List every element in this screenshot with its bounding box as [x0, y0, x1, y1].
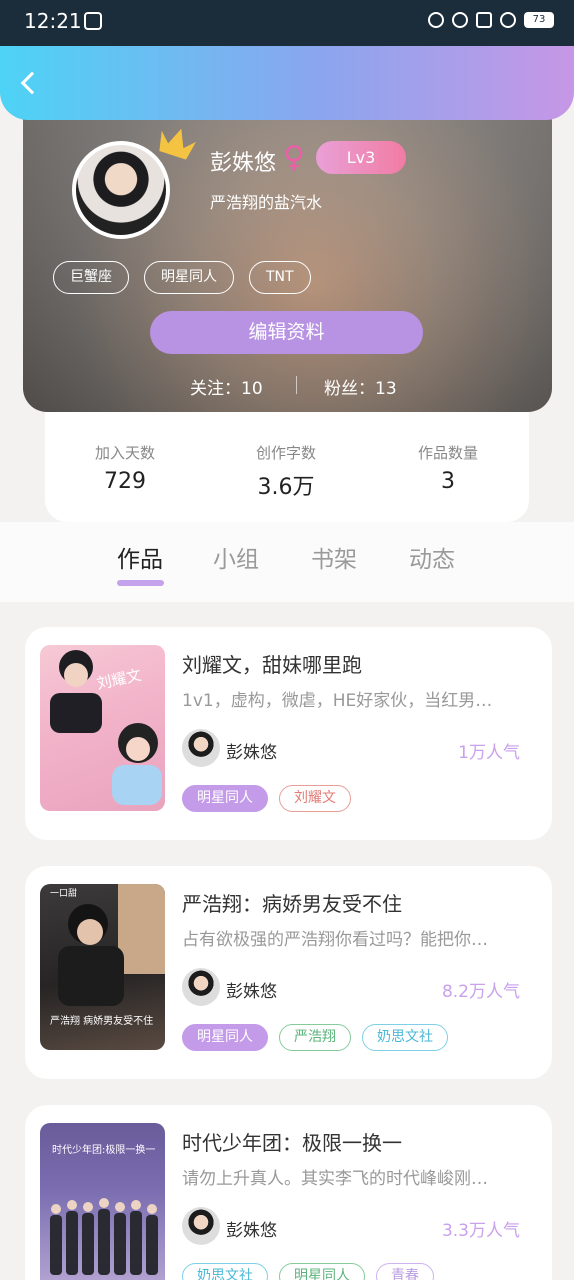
stat-label: 创作字数	[255, 444, 316, 462]
follows-count[interactable]: 关注：10	[190, 374, 263, 399]
book-cover[interactable]: 时代少年团:极限一换一	[40, 1123, 165, 1280]
level-badge: Lv3	[316, 141, 406, 174]
crown-icon	[159, 128, 196, 160]
edit-profile-button[interactable]: 编辑资料	[150, 311, 423, 354]
work-tag[interactable]: 青春	[376, 1263, 434, 1280]
work-tag[interactable]: 明星同人	[279, 1263, 365, 1280]
popularity: 8.2万人气	[441, 982, 520, 1002]
avatar[interactable]	[72, 141, 170, 239]
female-icon: ♀	[283, 140, 305, 175]
popularity: 3.3万人气	[441, 1221, 520, 1241]
work-card[interactable]: 刘耀文 刘耀文，甜妹哪里跑 1v1，虚构，微虐，HE好家伙，当红男… 彭姝悠 1…	[25, 627, 552, 840]
battery-icon: 73	[524, 12, 554, 28]
tab-works[interactable]: 作品	[117, 540, 163, 574]
status-time: 12:21	[24, 9, 82, 33]
location-icon	[428, 12, 444, 28]
svg-text:一口甜: 一口甜	[50, 887, 77, 899]
work-card[interactable]: 时代少年团:极限一换一 时代少年团：极限一换一 请勿上升真人。其实李飞的时代峰峻…	[25, 1105, 552, 1280]
author-name: 彭姝悠	[226, 982, 277, 1002]
author-avatar	[182, 1207, 220, 1245]
book-cover[interactable]: 一口甜 严浩翔 病娇男友受不住	[40, 884, 165, 1050]
tab-bookshelf[interactable]: 书架	[311, 540, 357, 574]
status-bar: 12:21 73	[0, 0, 574, 46]
work-description: 1v1，虚构，微虐，HE好家伙，当红男…	[182, 691, 493, 711]
profile-tag[interactable]: TNT	[249, 261, 311, 294]
app-notification-icon	[84, 12, 102, 30]
work-description: 占有欲极强的严浩翔你看过吗？能把你…	[182, 930, 488, 950]
profile-tag[interactable]: 巨蟹座	[53, 261, 129, 294]
work-tag[interactable]: 严浩翔	[279, 1024, 351, 1051]
author-name: 彭姝悠	[226, 743, 277, 763]
divider	[296, 376, 297, 394]
tab-indicator	[117, 580, 164, 586]
stat-value: 729	[104, 469, 146, 494]
stat-label: 作品数量	[417, 444, 478, 462]
stat-value: 3.6万	[257, 475, 315, 500]
username: 彭姝悠	[210, 151, 277, 176]
work-tag[interactable]: 奶思文社	[362, 1024, 448, 1051]
cover-title: 时代少年团:极限一换一	[52, 1143, 155, 1156]
stat-value: 3	[441, 469, 455, 494]
work-title[interactable]: 时代少年团：极限一换一	[182, 1127, 402, 1156]
book-cover[interactable]: 刘耀文	[40, 645, 165, 811]
work-title[interactable]: 刘耀文，甜妹哪里跑	[182, 649, 362, 678]
stat-works-count: 作品数量 3	[378, 442, 518, 494]
header-bar	[0, 46, 574, 120]
stat-word-count: 创作字数 3.6万	[216, 442, 356, 501]
tab-groups[interactable]: 小组	[213, 540, 259, 574]
cover-title: 刘耀文	[95, 666, 143, 693]
fans-count[interactable]: 粉丝：13	[324, 374, 397, 399]
work-card[interactable]: 一口甜 严浩翔 病娇男友受不住 严浩翔：病娇男友受不住 占有欲极强的严浩翔你看过…	[25, 866, 552, 1079]
mute-icon	[452, 12, 468, 28]
work-tag[interactable]: 刘耀文	[279, 785, 351, 812]
tab-bar	[0, 522, 574, 602]
cover-title: 严浩翔 病娇男友受不住	[50, 1014, 153, 1027]
stat-join-days: 加入天数 729	[55, 442, 195, 494]
work-title[interactable]: 严浩翔：病娇男友受不住	[182, 888, 402, 917]
popularity: 1万人气	[458, 743, 520, 763]
work-tag[interactable]: 明星同人	[182, 1024, 268, 1051]
work-tag[interactable]: 明星同人	[182, 785, 268, 812]
work-tag[interactable]: 奶思文社	[182, 1263, 268, 1280]
sim-icon	[476, 12, 492, 28]
stats-card: 加入天数 729 创作字数 3.6万 作品数量 3	[45, 412, 529, 522]
wifi-icon	[500, 12, 516, 28]
work-description: 请勿上升真人。其实李飞的时代峰峻刚…	[182, 1169, 488, 1189]
stat-label: 加入天数	[94, 444, 155, 462]
profile-tags: 巨蟹座 明星同人 TNT	[53, 261, 311, 294]
author-avatar	[182, 968, 220, 1006]
tab-activity[interactable]: 动态	[409, 540, 455, 574]
signature: 严浩翔的盐汽水	[210, 193, 323, 212]
author-avatar	[182, 729, 220, 767]
author-name: 彭姝悠	[226, 1221, 277, 1241]
back-icon[interactable]	[16, 68, 46, 98]
profile-tag[interactable]: 明星同人	[144, 261, 234, 294]
